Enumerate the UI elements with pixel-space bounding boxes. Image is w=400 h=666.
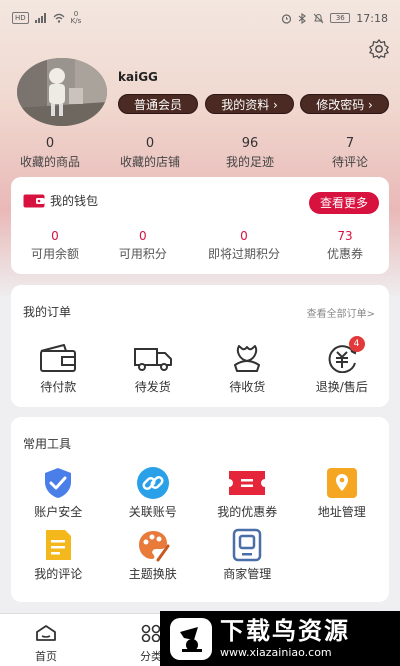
signal-icon: [34, 13, 46, 23]
tool-label: 商家管理: [223, 567, 272, 581]
battery-indicator: 36: [330, 13, 351, 23]
tool-label: 地址管理: [317, 505, 366, 519]
tool-label: 账户安全: [34, 505, 83, 519]
order-pending-receipt[interactable]: 待收货: [200, 340, 295, 395]
stat-footprints[interactable]: 96 我的足迹: [200, 136, 300, 170]
watermark-banner: 下载鸟资源 www.xiazainiao.com: [160, 611, 400, 666]
tab-home[interactable]: 首页: [0, 614, 92, 666]
stat-favorite-goods[interactable]: 0 收藏的商品: [0, 136, 100, 170]
wallet-title: 我的钱包: [50, 194, 99, 208]
home-icon: [36, 625, 56, 641]
tool-merchant-management[interactable]: 商家管理: [200, 527, 295, 582]
wallet-card: 我的钱包 查看更多 0 可用余额 0 可用积分 0 即将过期积分 73 优惠券: [11, 177, 389, 274]
wallet-balance[interactable]: 0 可用余额: [11, 229, 99, 262]
my-profile-button[interactable]: 我的资料 ›: [205, 94, 294, 114]
merchant-icon: [233, 528, 262, 562]
wifi-icon: [53, 13, 65, 23]
orders-title: 我的订单: [23, 305, 72, 319]
avatar-photo: [17, 58, 107, 126]
location-icon: [326, 468, 357, 498]
stat-label: 收藏的商品: [19, 155, 80, 169]
view-all-orders-link[interactable]: 查看全部订单>: [307, 305, 375, 320]
tools-card: 常用工具 账户安全 关联账号 我的优惠券 地址管理 我的评论 主题换肤 商家管理: [11, 417, 389, 602]
tool-theme-skin[interactable]: 主题换肤: [106, 527, 201, 582]
wallet-expiring-points[interactable]: 0 即将过期积分: [187, 229, 301, 262]
wallet-icon: [40, 344, 77, 372]
watermark-url: www.xiazainiao.com: [220, 646, 332, 659]
avatar[interactable]: [17, 58, 107, 126]
settings-gear-icon[interactable]: [368, 38, 390, 60]
order-label: 待收货: [229, 380, 266, 394]
grid-icon: [141, 624, 161, 643]
stat-value: 7: [345, 136, 355, 151]
tools-title: 常用工具: [23, 437, 72, 451]
stat-pending-reviews[interactable]: 7 待评论: [300, 136, 400, 170]
wallet-icon: [23, 194, 45, 207]
mute-icon: [313, 13, 324, 23]
order-label: 待付款: [40, 380, 77, 394]
stat-value: 0: [45, 136, 55, 151]
order-label: 退换/售后: [315, 380, 368, 394]
view-more-button[interactable]: 查看更多: [309, 192, 379, 214]
wallet-value: 0: [139, 229, 147, 243]
wallet-value: 0: [240, 229, 248, 243]
tool-label: 主题换肤: [128, 567, 177, 581]
stat-value: 96: [241, 136, 259, 151]
tab-label: 首页: [35, 650, 57, 663]
wallet-label: 即将过期积分: [207, 247, 280, 261]
coupon-icon: [229, 471, 266, 495]
tool-address-management[interactable]: 地址管理: [295, 465, 390, 520]
refund-count-badge: 4: [348, 336, 365, 352]
order-refund-aftersales[interactable]: 4 退换/售后: [295, 336, 390, 395]
wallet-label: 优惠券: [327, 247, 364, 261]
palette-icon: [138, 531, 170, 562]
order-label: 待发货: [134, 380, 171, 394]
link-icon: [136, 467, 169, 499]
watermark-logo-icon: [170, 617, 212, 660]
tool-my-coupons[interactable]: 我的优惠券: [200, 465, 295, 520]
network-type: HD: [12, 12, 29, 24]
tool-linked-accounts[interactable]: 关联账号: [106, 465, 201, 520]
review-icon: [46, 530, 72, 560]
wallet-points[interactable]: 0 可用积分: [99, 229, 187, 262]
tool-label: 我的优惠券: [217, 505, 278, 519]
username: kaiGG: [118, 70, 158, 84]
stat-label: 我的足迹: [225, 155, 274, 169]
truck-icon: [133, 348, 172, 371]
stat-favorite-shops[interactable]: 0 收藏的店铺: [100, 136, 200, 170]
stat-label: 待评论: [331, 155, 368, 169]
orders-card: 我的订单 查看全部订单> 待付款 待发货 待收货 4 退换/售后: [11, 285, 389, 407]
wallet-value: 73: [337, 229, 353, 243]
net-speed-unit: K/s: [70, 17, 82, 25]
status-bar: HD 0 K/s 36 17:18: [0, 0, 400, 36]
tool-label: 我的评论: [34, 567, 83, 581]
tool-label: 关联账号: [128, 505, 177, 519]
watermark-title: 下载鸟资源: [220, 617, 350, 645]
flower-icon: [234, 345, 261, 372]
status-time: 17:18: [356, 11, 388, 25]
shield-check-icon: [45, 468, 72, 498]
bluetooth-icon: [298, 12, 307, 24]
wallet-value: 0: [51, 229, 59, 243]
order-pending-shipment[interactable]: 待发货: [106, 340, 201, 395]
wallet-coupons[interactable]: 73 优惠券: [301, 229, 389, 262]
wallet-label: 可用余额: [30, 247, 79, 261]
order-pending-payment[interactable]: 待付款: [11, 340, 106, 395]
wallet-label: 可用积分: [118, 247, 167, 261]
alarm-icon: [282, 13, 292, 24]
stat-label: 收藏的店铺: [119, 155, 180, 169]
tool-account-security[interactable]: 账户安全: [11, 465, 106, 520]
tool-my-reviews[interactable]: 我的评论: [11, 527, 106, 582]
change-password-button[interactable]: 修改密码 ›: [300, 94, 389, 114]
profile-stats: 0 收藏的商品 0 收藏的店铺 96 我的足迹 7 待评论: [0, 136, 400, 170]
member-level-button[interactable]: 普通会员: [118, 94, 198, 114]
stat-value: 0: [145, 136, 155, 151]
